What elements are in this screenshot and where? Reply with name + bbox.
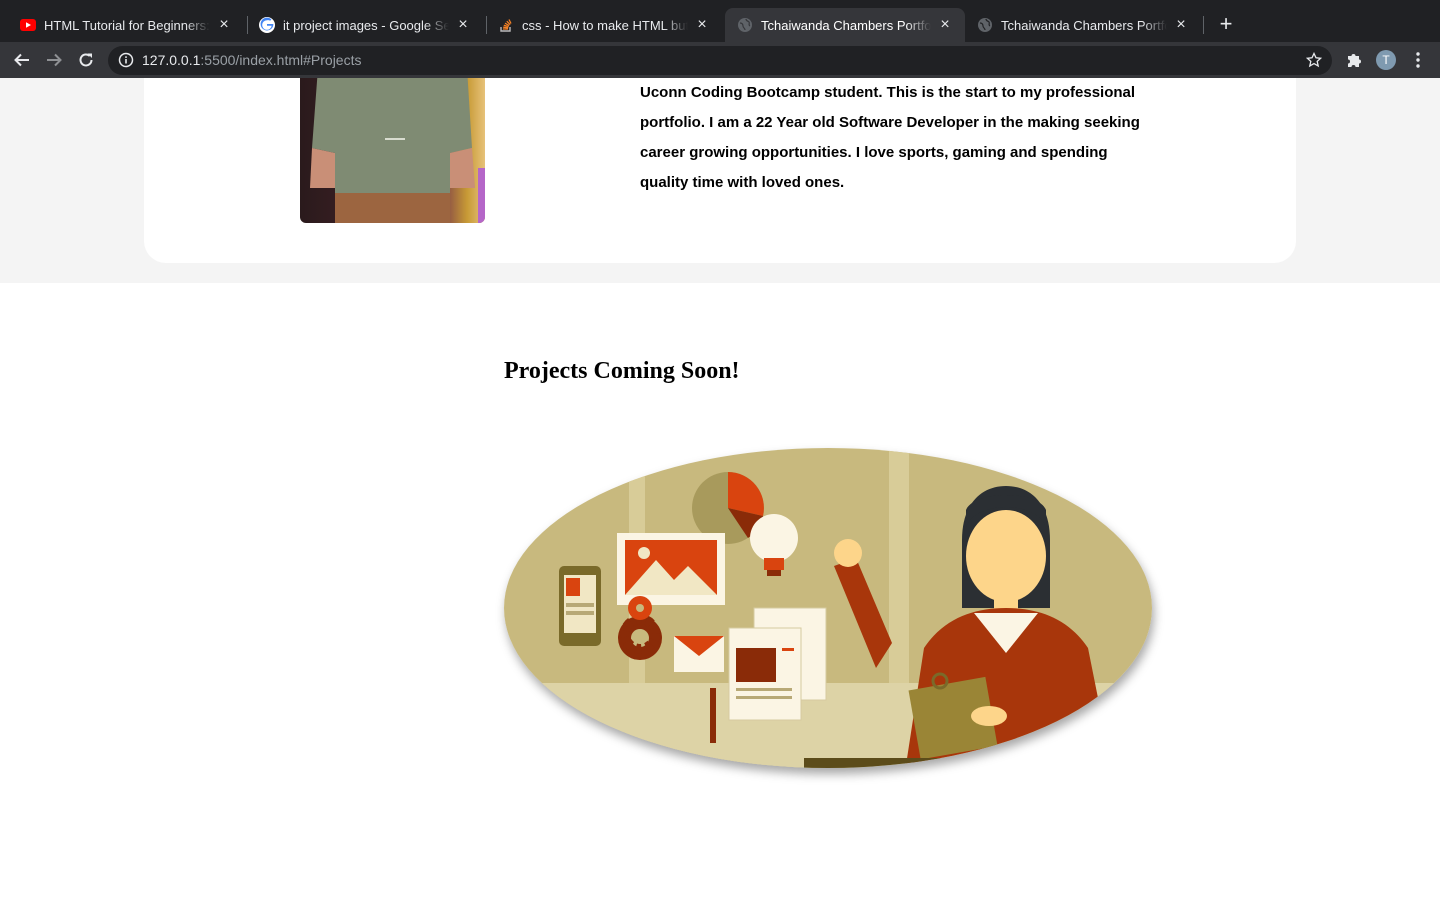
globe-icon <box>977 17 993 33</box>
arrow-left-icon <box>14 53 29 67</box>
tab-title: HTML Tutorial for Beginners: HTML Crash … <box>44 17 210 33</box>
bookmark-star-icon[interactable] <box>1306 52 1322 68</box>
url-text[interactable]: 127.0.0.1:5500/index.html#Projects <box>142 52 361 68</box>
close-icon[interactable]: × <box>1173 17 1189 33</box>
projects-heading: Projects Coming Soon! <box>504 358 740 384</box>
close-icon[interactable]: × <box>937 17 953 33</box>
extensions-button[interactable] <box>1344 50 1364 70</box>
reload-button[interactable] <box>74 48 98 72</box>
profile-avatar[interactable]: T <box>1376 50 1396 70</box>
page-viewport: My name is Tchaiwanda Chambers. I am fro… <box>0 78 1440 900</box>
tab-title: Tchaiwanda Chambers Portfolio <box>1001 17 1167 33</box>
stackoverflow-icon <box>498 17 514 33</box>
forward-button[interactable] <box>42 48 66 72</box>
tab-stackoverflow[interactable]: css - How to make HTML button × <box>486 8 722 42</box>
arrow-right-icon <box>47 53 62 67</box>
google-icon <box>259 17 275 33</box>
new-tab-button[interactable]: + <box>1214 13 1238 37</box>
tab-portfolio-active[interactable]: Tchaiwanda Chambers Portfolio × <box>725 8 965 42</box>
url-host: 127.0.0.1 <box>142 52 201 68</box>
globe-icon <box>737 17 753 33</box>
about-section: My name is Tchaiwanda Chambers. I am fro… <box>0 78 1440 283</box>
address-bar[interactable]: 127.0.0.1:5500/index.html#Projects <box>108 46 1332 75</box>
projects-illustration <box>504 448 1152 768</box>
tab-title: css - How to make HTML button <box>522 17 688 33</box>
browser-toolbar: 127.0.0.1:5500/index.html#Projects T <box>0 42 1440 78</box>
tab-title: it project images - Google Search <box>283 17 449 33</box>
close-icon[interactable]: × <box>216 17 232 33</box>
tab-portfolio[interactable]: Tchaiwanda Chambers Portfolio × <box>965 8 1201 42</box>
close-icon[interactable]: × <box>694 17 710 33</box>
profile-photo <box>300 78 485 223</box>
about-card: My name is Tchaiwanda Chambers. I am fro… <box>144 78 1296 263</box>
more-vertical-icon <box>1416 52 1420 68</box>
browser-menu-button[interactable] <box>1408 50 1428 70</box>
reload-icon <box>79 53 93 67</box>
about-paragraph: My name is Tchaiwanda Chambers. I am fro… <box>640 84 1140 191</box>
tab-title: Tchaiwanda Chambers Portfolio <box>761 17 931 33</box>
info-icon[interactable] <box>118 52 134 68</box>
back-button[interactable] <box>10 48 34 72</box>
youtube-icon <box>20 17 36 33</box>
tab-divider <box>1203 16 1204 34</box>
url-path: :5500/index.html#Projects <box>200 52 362 68</box>
tab-google-search[interactable]: it project images - Google Search × <box>247 8 483 42</box>
puzzle-icon <box>1348 54 1361 67</box>
browser-tab-strip: HTML Tutorial for Beginners: HTML Crash … <box>0 0 1440 42</box>
close-icon[interactable]: × <box>455 17 471 33</box>
tab-html-tutorial[interactable]: HTML Tutorial for Beginners: HTML Crash … <box>8 8 244 42</box>
